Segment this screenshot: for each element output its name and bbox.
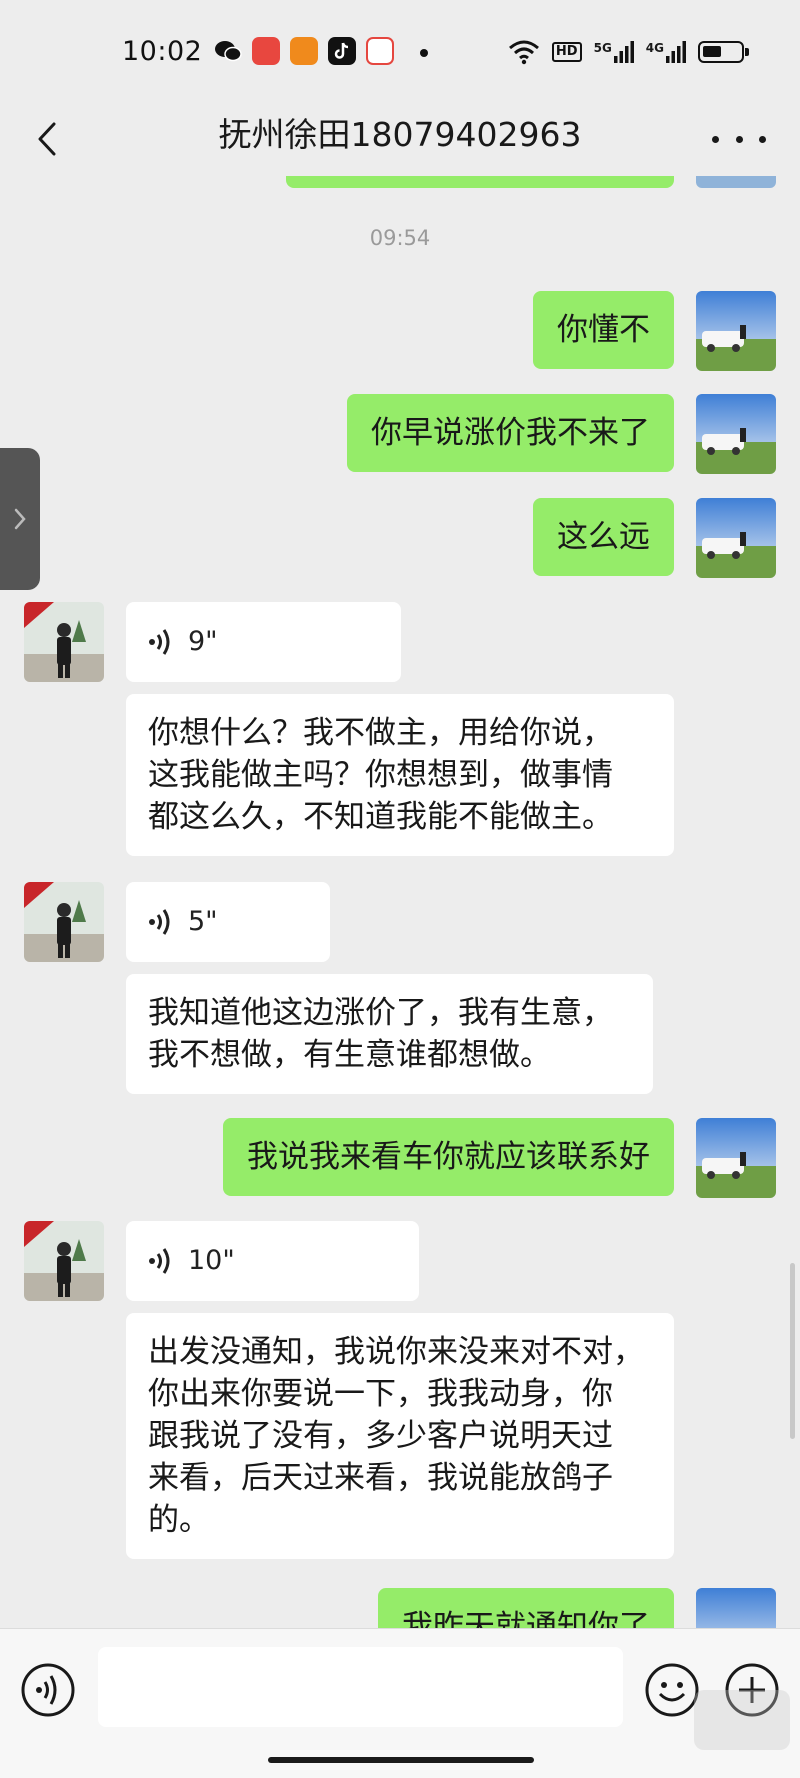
status-bar: 10:02 HD 5G 4G — [0, 0, 800, 100]
home-indicator[interactable] — [268, 1757, 534, 1763]
hd-icon: HD — [551, 42, 582, 62]
wechat-icon — [214, 37, 242, 65]
dot-icon — [712, 135, 719, 143]
more-notifications-dot — [420, 49, 428, 57]
voice-input-button[interactable] — [20, 1662, 76, 1718]
my-avatar[interactable] — [696, 1118, 776, 1198]
my-avatar[interactable] — [696, 176, 776, 188]
signal-4g-icon: 4G — [646, 41, 686, 63]
message-bubble-sent[interactable]: 你懂不 — [533, 291, 674, 369]
tiktok-icon — [328, 37, 356, 65]
chevron-right-icon — [14, 508, 26, 530]
chat-title: 抚州徐田18079402963 — [218, 115, 582, 154]
voice-transcript[interactable]: 你想什么？我不做主，用给你说， 这我能做主吗？你想想到，做事情 都这么久，不知道… — [126, 694, 674, 856]
transcript-line: 你想什么？我不做主，用给你说， — [148, 715, 613, 751]
status-time: 10:02 — [122, 36, 203, 67]
contact-avatar[interactable] — [24, 1221, 104, 1301]
transcript-line: 出发没通知，我说你来没来对不对， — [148, 1334, 644, 1370]
more-options-button[interactable] — [712, 114, 766, 164]
message-bubble-sent[interactable]: 我昨天就通知你了 — [378, 1588, 674, 1628]
watermark-logo — [690, 1680, 794, 1760]
app-icon-3 — [366, 37, 394, 65]
side-drawer-handle[interactable] — [0, 448, 40, 590]
timestamp-divider: 09:54 — [369, 226, 431, 250]
voice-icon — [21, 1663, 75, 1717]
voice-transcript[interactable]: 出发没通知，我说你来没来对不对， 你出来你要说一下，我我动身，你 跟我说了没有，… — [126, 1313, 674, 1559]
voice-wave-icon — [149, 629, 170, 655]
voice-message[interactable]: 10" — [126, 1221, 419, 1301]
voice-transcript[interactable]: 我知道他这边涨价了，我有生意， 我不想做，有生意谁都想做。 — [126, 974, 653, 1094]
dot-icon — [735, 135, 743, 143]
app-icon-1 — [252, 37, 280, 65]
message-bubble-partial[interactable] — [286, 176, 674, 188]
my-avatar[interactable] — [696, 1588, 776, 1628]
transcript-line: 这我能做主吗？你想想到，做事情 — [148, 757, 613, 793]
voice-duration: 10" — [188, 1245, 235, 1276]
message-bubble-sent[interactable]: 这么远 — [533, 498, 674, 576]
contact-avatar[interactable] — [24, 882, 104, 962]
app-icon-2 — [290, 37, 318, 65]
voice-duration: 5" — [188, 906, 218, 937]
wifi-icon — [508, 40, 539, 65]
voice-duration: 9" — [188, 626, 218, 657]
scrollbar[interactable] — [790, 1263, 795, 1439]
transcript-line: 跟我说了没有，多少客户说明天过 — [148, 1418, 613, 1454]
transcript-line: 都这么久，不知道我能不能做主。 — [148, 799, 613, 835]
transcript-line: 我不想做，有生意谁都想做。 — [148, 1037, 551, 1073]
net-4g-label: 4G — [645, 41, 664, 55]
my-avatar[interactable] — [696, 291, 776, 371]
transcript-line: 你出来你要说一下，我我动身，你 — [148, 1376, 613, 1412]
voice-wave-icon — [149, 909, 170, 935]
message-input[interactable] — [98, 1647, 623, 1727]
message-bubble-sent[interactable]: 你早说涨价我不来了 — [347, 394, 674, 472]
message-bubble-sent[interactable]: 我说我来看车你就应该联系好 — [223, 1118, 674, 1196]
battery-icon — [698, 41, 749, 63]
chevron-left-icon — [38, 122, 56, 156]
voice-wave-icon — [149, 1248, 170, 1274]
message-list[interactable]: 09:54 你懂不 你早说涨价我不来了 这么远 9" 你想什么？我不做主，用给你… — [0, 176, 800, 1628]
signal-5g-icon: 5G — [594, 41, 634, 63]
contact-avatar[interactable] — [24, 602, 104, 682]
voice-message[interactable]: 9" — [126, 602, 401, 682]
chat-header: 抚州徐田18079402963 — [0, 100, 800, 176]
input-bar — [0, 1628, 800, 1778]
status-right: HD 5G 4G — [508, 36, 749, 68]
transcript-line: 的。 — [148, 1502, 210, 1538]
net-5g-label: 5G — [593, 41, 612, 55]
my-avatar[interactable] — [696, 394, 776, 474]
back-button[interactable] — [24, 114, 74, 164]
voice-message[interactable]: 5" — [126, 882, 330, 962]
my-avatar[interactable] — [696, 498, 776, 578]
transcript-line: 来看，后天过来看，我说能放鸽子 — [148, 1460, 613, 1496]
dot-icon — [759, 135, 766, 143]
transcript-line: 我知道他这边涨价了，我有生意， — [148, 995, 613, 1031]
